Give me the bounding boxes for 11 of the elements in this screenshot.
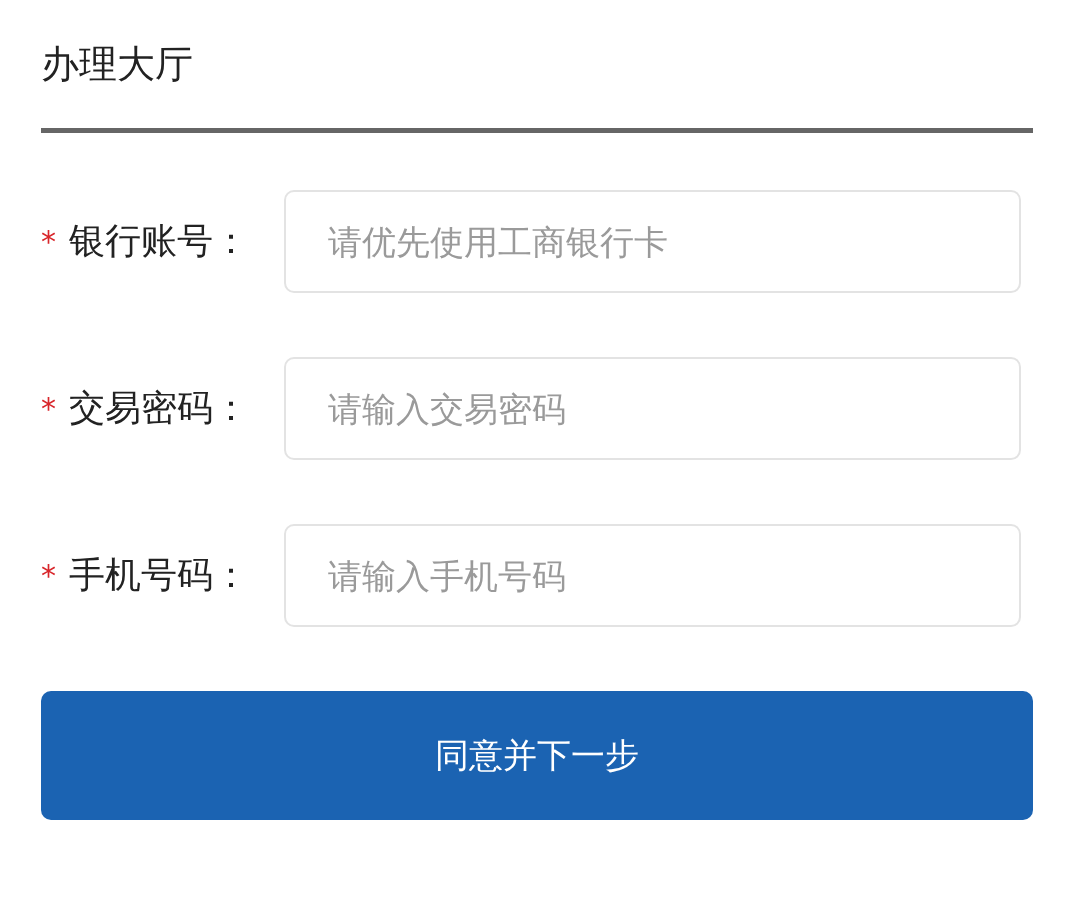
field-label: 交易密码：: [69, 386, 249, 430]
input-field[interactable]: 请输入手机号码: [284, 524, 1021, 627]
field-label: 银行账号：: [69, 219, 249, 263]
required-asterisk: *: [41, 558, 57, 593]
field-label: 手机号码：: [69, 553, 249, 597]
required-asterisk: *: [41, 224, 57, 259]
required-asterisk: *: [41, 391, 57, 426]
input-field[interactable]: 请输入交易密码: [284, 357, 1021, 460]
input-field[interactable]: 请优先使用工商银行卡: [284, 190, 1021, 293]
next-step-button[interactable]: 同意并下一步: [41, 691, 1033, 820]
page-title: 办理大厅: [41, 41, 194, 88]
